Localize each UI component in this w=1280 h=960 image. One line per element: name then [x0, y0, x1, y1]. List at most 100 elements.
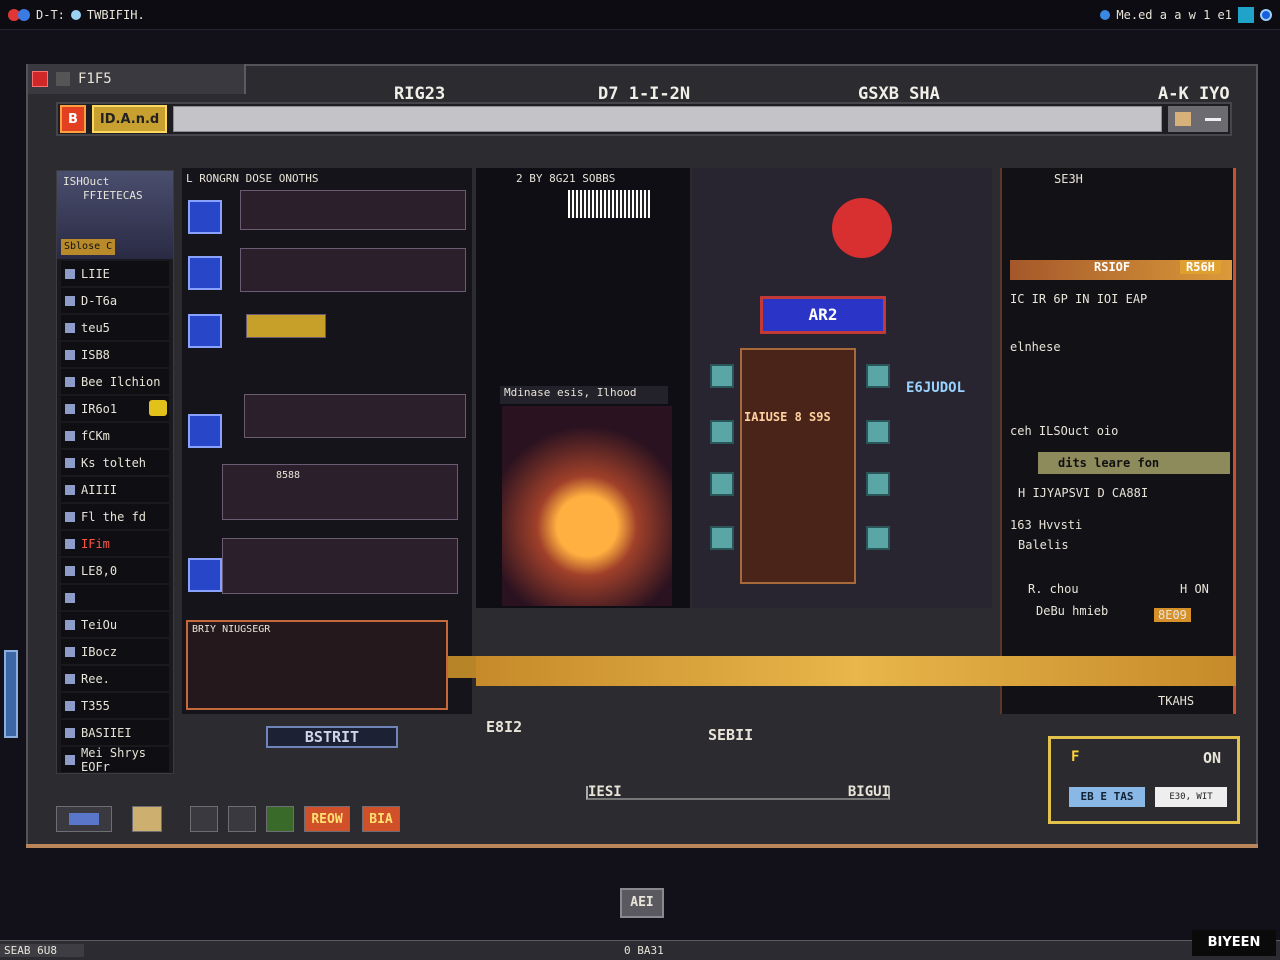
sidebar-item[interactable]	[61, 585, 169, 610]
tag-right[interactable]: R56H	[1180, 260, 1221, 274]
sidebar-item[interactable]: IR6o1	[61, 396, 169, 421]
app-title: TWBIFIH.	[86, 7, 145, 22]
grid-cell[interactable]	[710, 526, 734, 550]
grid-cell[interactable]	[866, 364, 890, 388]
scene-panel: 2 BY 8G21 SOBBS Mdinase esis, Ilhood	[476, 168, 690, 608]
gold-plate[interactable]	[246, 314, 326, 338]
tag-left: RSIOF	[1094, 260, 1131, 274]
map-button[interactable]	[132, 806, 162, 832]
strip-title: BRIY NIUGSEGR	[192, 624, 271, 635]
item-shelf[interactable]	[240, 248, 466, 292]
sidebar-item[interactable]: T355	[61, 693, 169, 718]
toolbar-menu-button[interactable]	[1168, 106, 1228, 132]
popup-state[interactable]: ON	[1203, 749, 1221, 767]
grid-cell[interactable]	[710, 472, 734, 496]
address-bar[interactable]	[173, 106, 1162, 132]
item-shelf[interactable]	[222, 538, 458, 594]
sidebar-item-icon	[65, 295, 75, 306]
sidebar-item-label: IR6o1	[81, 401, 118, 416]
sidebar-item-label: fCKm	[81, 428, 110, 443]
stat-row: elnhese	[1010, 340, 1061, 354]
stat-tag[interactable]: 8E09	[1154, 608, 1191, 622]
red-creature[interactable]	[832, 198, 892, 258]
item-shelf[interactable]	[244, 394, 466, 438]
slot-icon[interactable]	[188, 558, 222, 592]
sidebar-item[interactable]: LE8,0	[61, 558, 169, 583]
sidebar-item[interactable]: fCKm	[61, 423, 169, 448]
sidebar-item-icon	[65, 484, 75, 495]
close-icon[interactable]	[32, 71, 48, 87]
app-logo-secondary-icon	[18, 8, 30, 21]
slot-icon[interactable]	[188, 314, 222, 348]
tool-button[interactable]	[266, 806, 294, 832]
shop-building[interactable]: IAIUSE 8 S9S	[740, 348, 856, 584]
grid-toggle-button[interactable]	[56, 806, 112, 832]
popup-secondary-button[interactable]: E30, WIT	[1155, 787, 1227, 807]
sidebar-item[interactable]: IBocz	[61, 639, 169, 664]
sidebar-item[interactable]: Fl the fd	[61, 504, 169, 529]
sidebar-item[interactable]: ISB8	[61, 342, 169, 367]
scroll-right-label: BIGUI	[847, 784, 890, 800]
sidebar-item-icon	[65, 349, 75, 360]
tool-button[interactable]	[190, 806, 218, 832]
sidebar-item[interactable]: Ks tolteh	[61, 450, 169, 475]
sidebar-item[interactable]: IFim	[61, 531, 169, 556]
globe-icon	[70, 9, 81, 20]
warning-icon[interactable]	[149, 400, 167, 416]
slot-icon[interactable]	[188, 414, 222, 448]
stat-row: H IJYAPSVI D CA88I	[1018, 486, 1149, 500]
sidebar-badge[interactable]: Sblose C	[61, 239, 116, 255]
reow-button[interactable]: REOW	[304, 806, 350, 832]
sidebar-item-icon	[65, 700, 75, 711]
bia-button[interactable]: BIA	[362, 806, 400, 832]
sidebar-item[interactable]: Ree.	[61, 666, 169, 691]
tool-button[interactable]	[228, 806, 256, 832]
popup-confirm-button[interactable]: EB E TAS	[1069, 787, 1145, 807]
grid-cell[interactable]	[710, 364, 734, 388]
sidebar-item[interactable]: Bee Ilchion	[61, 369, 169, 394]
center-action-button[interactable]: AEI	[620, 888, 664, 918]
window-tab[interactable]: F1F5	[28, 64, 246, 94]
sidebar-item-label: T355	[81, 698, 110, 713]
tray-app-icon[interactable]	[1238, 6, 1254, 23]
sidebar-item-icon	[65, 754, 75, 765]
stage-title[interactable]: BSTRIT	[266, 726, 398, 748]
sidebar-header-line2: FFIETECAS	[83, 189, 143, 202]
item-shelf[interactable]	[240, 190, 466, 230]
scene-header: 2 BY 8G21 SOBBS	[516, 172, 616, 185]
grid-cell[interactable]	[866, 526, 890, 550]
sidebar-item-label: Ks tolteh	[81, 455, 147, 470]
town-sign[interactable]: AR2	[760, 296, 886, 334]
sidebar-item[interactable]: LIIE	[61, 261, 169, 286]
sidebar-item[interactable]: Mei Shrys EOFr	[61, 746, 169, 774]
learn-button[interactable]: dits leare fon	[1038, 452, 1230, 474]
power-icon[interactable]	[1260, 8, 1272, 21]
network-icon[interactable]	[1100, 9, 1111, 20]
grid-cell[interactable]	[710, 420, 734, 444]
fire-scene[interactable]	[502, 406, 672, 606]
character-tag: RSIOF R56H	[1010, 260, 1232, 280]
panel-footer: TKAHS	[1158, 694, 1195, 708]
sidebar-item[interactable]: teu5	[61, 315, 169, 340]
sidebar-item[interactable]: D-T6a	[61, 288, 169, 313]
sidebar-item[interactable]: TeiOu	[61, 612, 169, 637]
side-label: E6JUDOL	[906, 380, 966, 396]
toolbar-yellow-button[interactable]: ID.A.n.d	[91, 105, 168, 133]
stage-scroll[interactable]: IESI BIGUI	[586, 784, 890, 800]
floor-strip	[476, 656, 1236, 686]
sidebar-item-icon	[65, 268, 75, 279]
slot-icon[interactable]	[188, 200, 222, 234]
grid-cell[interactable]	[866, 472, 890, 496]
left-drag-handle[interactable]	[4, 650, 18, 738]
bottom-scene-strip[interactable]: BRIY NIUGSEGR	[186, 620, 448, 710]
sidebar-item[interactable]: AIIII	[61, 477, 169, 502]
sidebar-item-icon	[65, 403, 75, 414]
toolbar-red-button[interactable]: B	[60, 105, 86, 133]
column-header-3: GSXB SHA	[858, 84, 940, 104]
character-top-label: SE3H	[1054, 172, 1083, 186]
barcode	[568, 190, 650, 218]
sidebar-item[interactable]: BASIIEI	[61, 720, 169, 745]
item-shelf[interactable]	[222, 464, 458, 520]
grid-cell[interactable]	[866, 420, 890, 444]
slot-icon[interactable]	[188, 256, 222, 290]
